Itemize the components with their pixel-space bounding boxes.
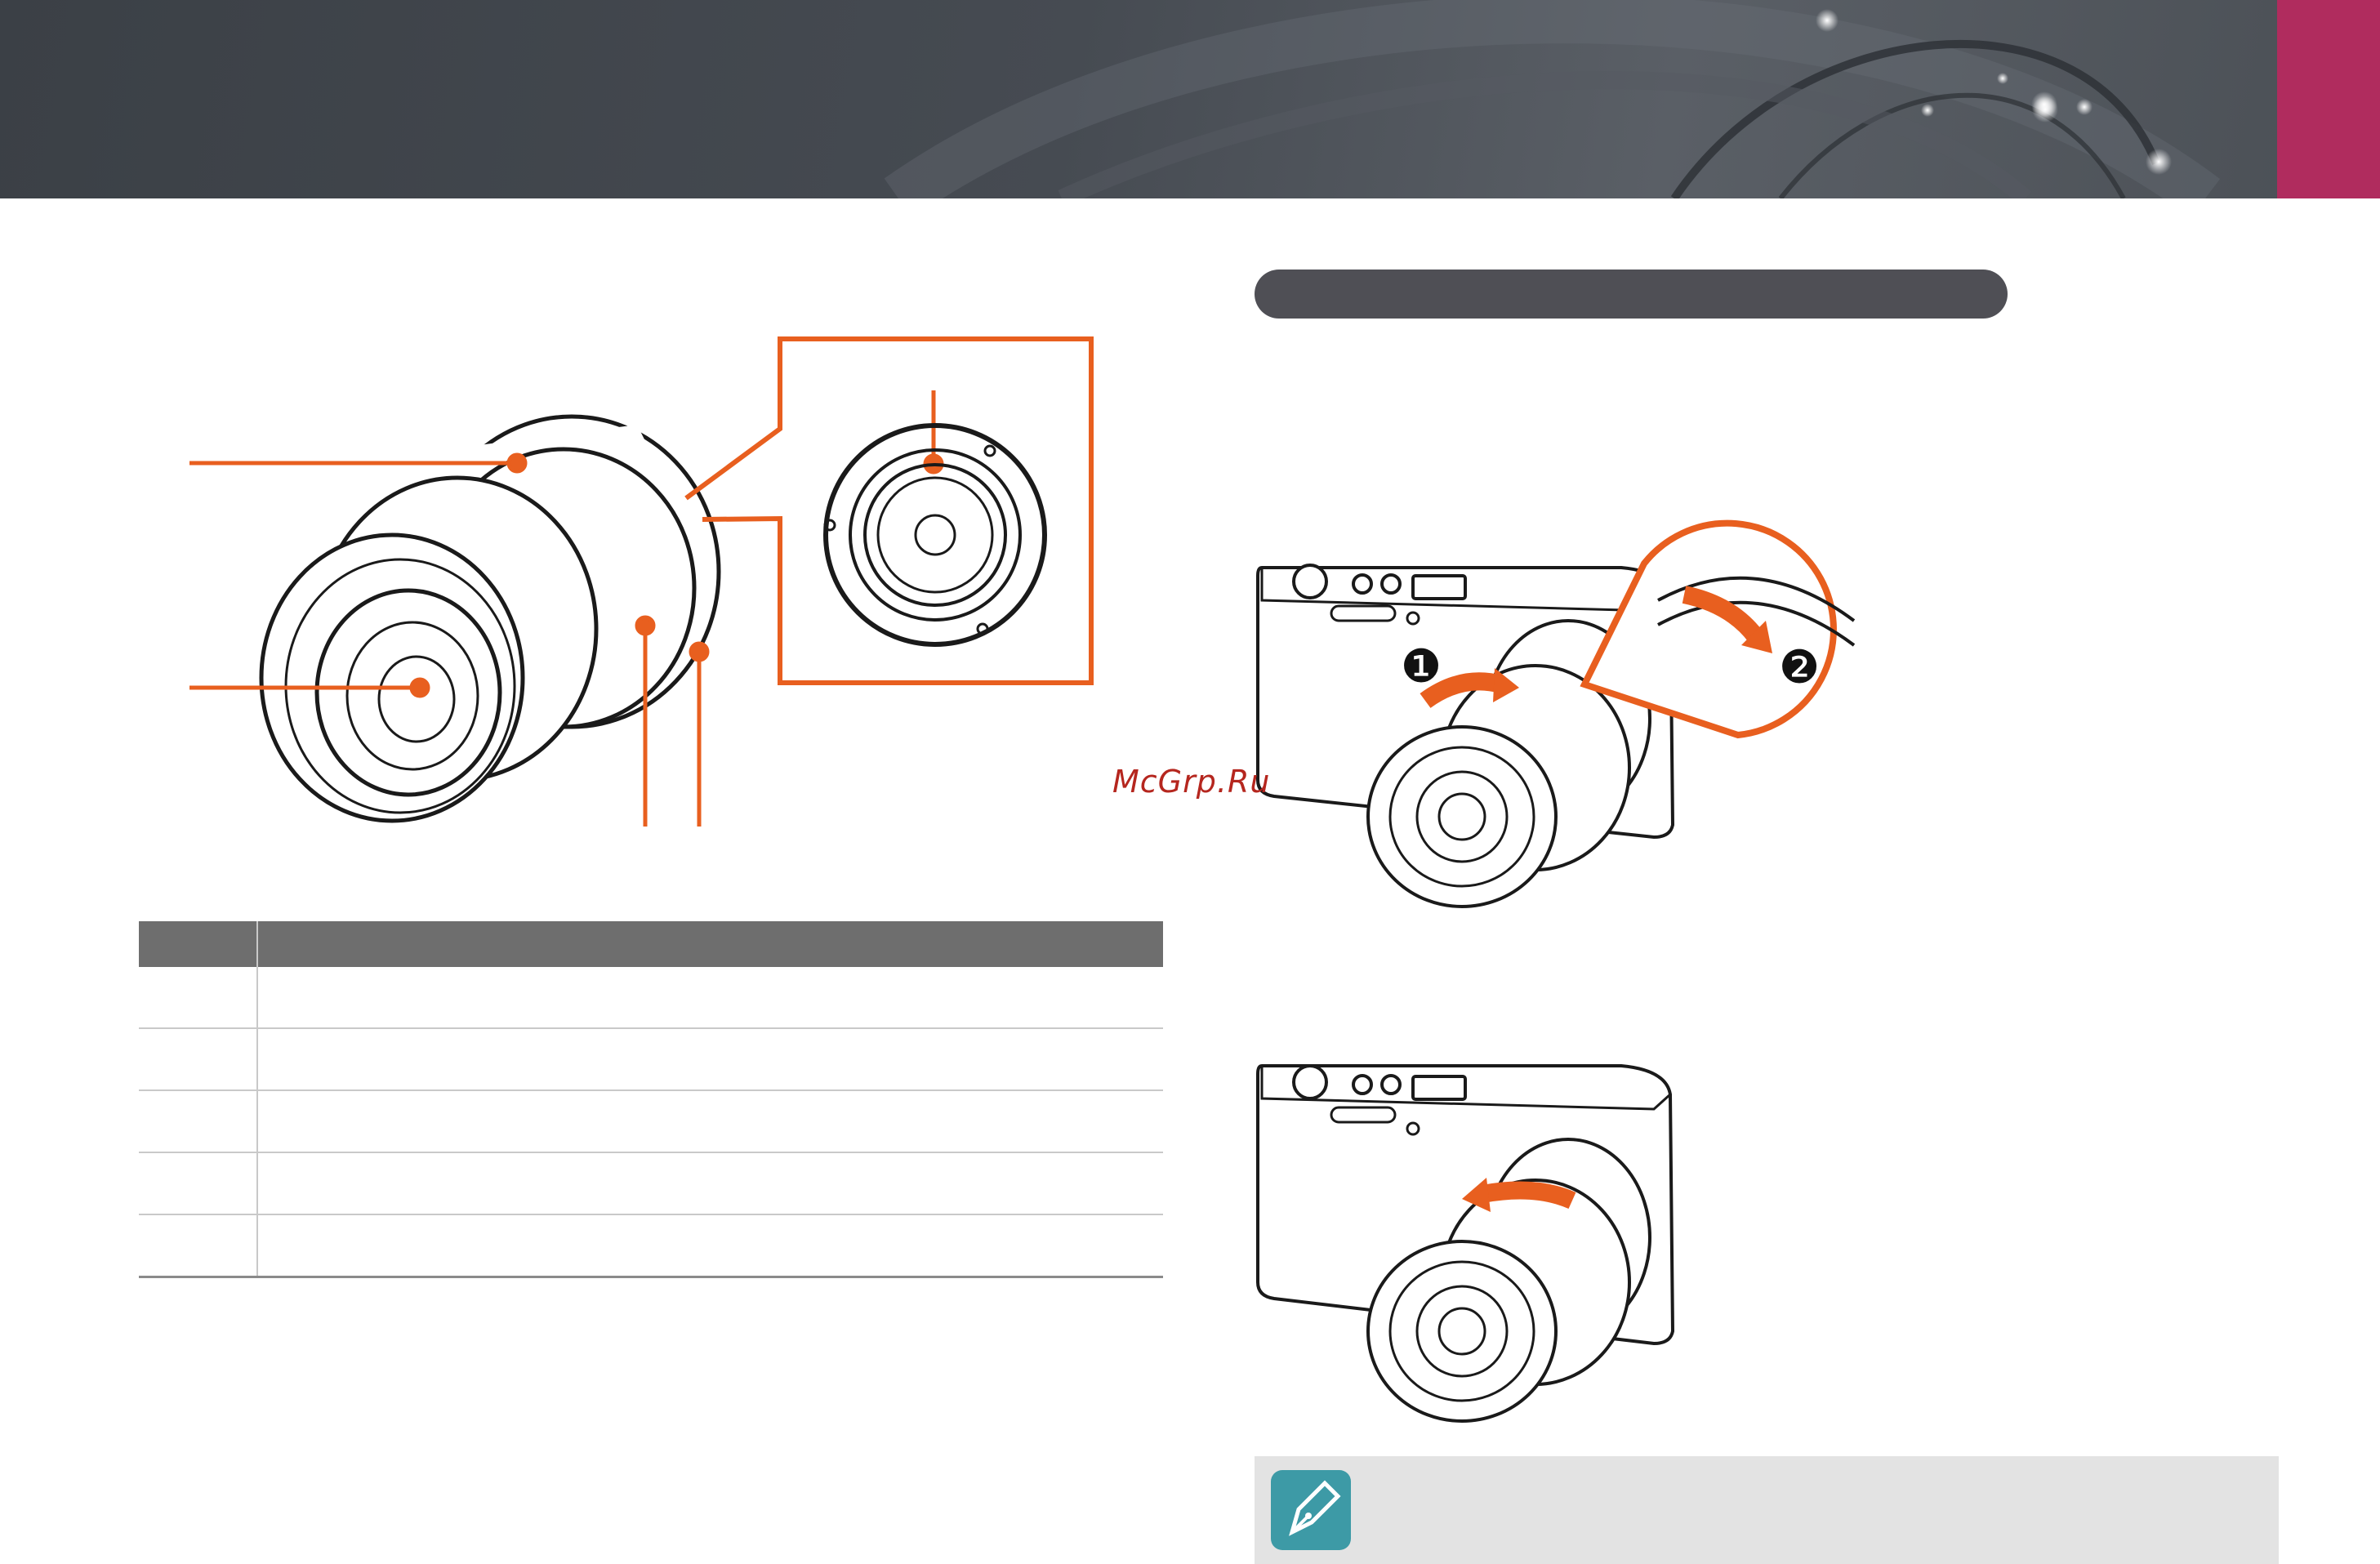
- pen-note-icon: [1271, 1470, 1351, 1550]
- callout-dot-3: [635, 615, 656, 636]
- section-heading-pill: [1255, 270, 2008, 319]
- watermark: McGrp.Ru: [1112, 764, 1271, 800]
- table-row: [139, 1152, 1163, 1215]
- table-header-name: [257, 921, 1163, 967]
- table-row: [139, 1090, 1163, 1153]
- table-row: [139, 967, 1163, 1029]
- parts-table: [139, 921, 1163, 1278]
- chapter-tab[interactable]: [2277, 0, 2380, 198]
- callout-dot-2: [409, 677, 430, 698]
- shutter-button: [1292, 564, 1328, 599]
- step-2-marker: ❷: [1779, 641, 1820, 694]
- zoom-callout-frame: [684, 336, 1094, 685]
- header-banner: [0, 0, 2380, 198]
- camera-detach-illustration: [1256, 1064, 1675, 1423]
- note-box: [1255, 1456, 2279, 1564]
- camera-attach-illustration: ❶ ❷: [1256, 519, 1856, 908]
- lens-parts-diagram: [189, 336, 1094, 827]
- banner-arcs: [884, 0, 2221, 198]
- table-row: [139, 1028, 1163, 1091]
- table-row: [139, 1214, 1163, 1278]
- table-header-row: [139, 921, 1163, 967]
- rotate-arrow-3: [1481, 1181, 1576, 1210]
- table-header-number: [139, 921, 258, 967]
- callout-dot-1: [506, 452, 528, 474]
- step-1-marker: ❶: [1401, 640, 1442, 693]
- callout-dot-4: [689, 641, 710, 662]
